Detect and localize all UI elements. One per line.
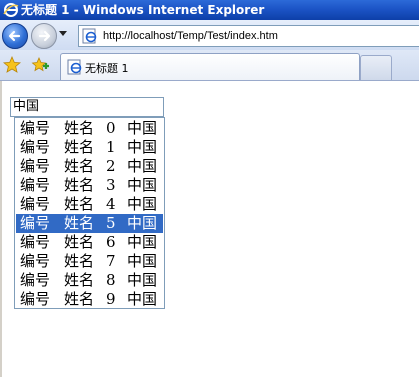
suggestion-name: 姓名 (64, 157, 95, 175)
suggestion-name: 姓名 (64, 290, 95, 308)
suggestion-name: 姓名 (64, 176, 95, 194)
suggestion-text: 中国 (127, 271, 158, 289)
suggestion-name: 姓名 (64, 233, 95, 251)
address-bar[interactable]: http://localhost/Temp/Test/index.htm (78, 25, 419, 47)
suggestion-name: 姓名 (64, 195, 95, 213)
suggestion-name: 姓名 (64, 138, 95, 156)
suggestion-row[interactable]: 编号 姓名 3 中国 (16, 176, 163, 195)
forward-arrow-icon (38, 30, 51, 42)
suggestion-name: 姓名 (64, 119, 95, 137)
suggestion-text: 中国 (127, 252, 158, 270)
suggestion-code: 编号 (20, 252, 51, 270)
suggestion-row[interactable]: 编号 姓名 9 中国 (16, 290, 163, 309)
add-favorites-icon[interactable] (31, 56, 49, 74)
suggestion-number: 5 (106, 214, 116, 232)
suggestion-text: 中国 (127, 290, 158, 308)
suggestion-number: 3 (106, 176, 116, 194)
search-input[interactable] (10, 97, 164, 117)
suggestion-text: 中国 (127, 176, 158, 194)
tab-active[interactable]: 无标题 1 (60, 53, 360, 80)
suggestion-text: 中国 (127, 119, 158, 137)
suggestion-number: 1 (106, 138, 116, 156)
suggestion-code: 编号 (20, 290, 51, 308)
suggestion-row[interactable]: 编号 姓名 7 中国 (16, 252, 163, 271)
suggestion-row[interactable]: 编号 姓名 5 中国 (16, 214, 163, 233)
suggestion-number: 7 (106, 252, 116, 270)
suggestion-name: 姓名 (64, 252, 95, 270)
tab-bar: 无标题 1 (0, 50, 419, 81)
recent-pages-dropdown-icon[interactable] (59, 31, 67, 36)
suggestion-number: 2 (106, 157, 116, 175)
suggestion-text: 中国 (127, 214, 158, 232)
suggestion-text: 中国 (127, 157, 158, 175)
ie-page-icon (82, 28, 97, 44)
suggestion-code: 编号 (20, 233, 51, 251)
suggestion-code: 编号 (20, 119, 51, 137)
suggestion-code: 编号 (20, 214, 51, 232)
suggestion-row[interactable]: 编号 姓名 0 中国 (16, 119, 163, 138)
new-tab-button[interactable] (360, 55, 392, 80)
suggestion-number: 6 (106, 233, 116, 251)
suggestion-number: 8 (106, 271, 116, 289)
ie-page-icon (67, 59, 82, 75)
content-left-edge (0, 81, 2, 377)
suggestion-text: 中国 (127, 195, 158, 213)
suggestion-text: 中国 (127, 138, 158, 156)
suggestion-code: 编号 (20, 195, 51, 213)
title-bar[interactable]: 无标题 1 - Windows Internet Explorer (0, 0, 419, 20)
tab-label: 无标题 1 (85, 62, 129, 75)
suggestion-row[interactable]: 编号 姓名 2 中国 (16, 157, 163, 176)
suggestion-number: 9 (106, 290, 116, 308)
autocomplete-list[interactable]: 编号 姓名 0 中国 编号 姓名 1 中国 编号 姓名 2 中国 编号 姓名 3 中国 编号 姓名 4 中国 编号 姓名 5… (14, 117, 165, 309)
back-arrow-icon (8, 30, 21, 42)
suggestion-name: 姓名 (64, 214, 95, 232)
suggestion-row[interactable]: 编号 姓名 6 中国 (16, 233, 163, 252)
suggestion-row[interactable]: 编号 姓名 8 中国 (16, 271, 163, 290)
forward-button[interactable] (31, 23, 57, 49)
suggestion-code: 编号 (20, 176, 51, 194)
suggestion-code: 编号 (20, 157, 51, 175)
suggestion-code: 编号 (20, 271, 51, 289)
suggestion-row[interactable]: 编号 姓名 4 中国 (16, 195, 163, 214)
window-title: 无标题 1 - Windows Internet Explorer (21, 3, 265, 17)
suggestion-name: 姓名 (64, 271, 95, 289)
page-content: 编号姓名0中国编号姓名1中国编号姓名2中国编号姓名3中国编号姓名4中国编号姓名5… (0, 81, 419, 377)
address-url[interactable]: http://localhost/Temp/Test/index.htm (103, 29, 278, 43)
navigation-bar: http://localhost/Temp/Test/index.htm (0, 20, 419, 50)
favorites-star-icon[interactable] (3, 56, 21, 74)
suggestion-code: 编号 (20, 138, 51, 156)
suggestion-text: 中国 (127, 233, 158, 251)
suggestion-number: 0 (106, 119, 116, 137)
suggestion-row[interactable]: 编号 姓名 1 中国 (16, 138, 163, 157)
back-button[interactable] (2, 23, 28, 49)
internet-explorer-icon (3, 3, 19, 17)
suggestion-number: 4 (106, 195, 116, 213)
